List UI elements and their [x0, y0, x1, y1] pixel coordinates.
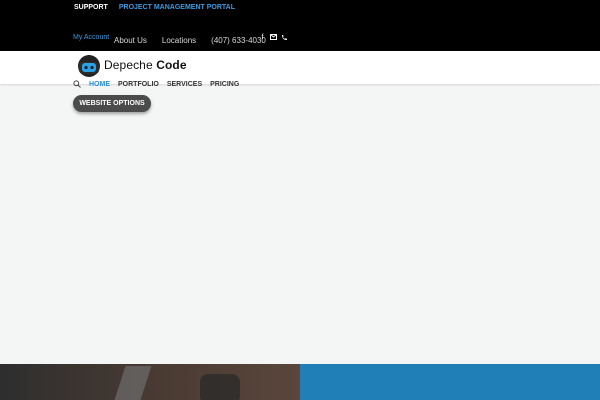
- secondary-nav: About Us Locations (407) 633-4030: [114, 36, 266, 45]
- blue-panel: [300, 364, 600, 400]
- nav-pricing[interactable]: PRICING: [210, 81, 239, 88]
- support-link[interactable]: SUPPORT: [74, 4, 108, 11]
- nav-home[interactable]: HOME: [89, 81, 110, 88]
- logo-text: Depeche Code: [104, 58, 187, 72]
- main-nav: HOME PORTFOLIO SERVICES PRICING: [73, 80, 239, 88]
- robot-logo-icon: [78, 55, 100, 77]
- top-links-row: SUPPORT PROJECT MANAGEMENT PORTAL: [74, 4, 235, 11]
- photo-shape: [200, 374, 240, 400]
- website-options-button[interactable]: WEBSITE OPTIONS: [73, 95, 151, 112]
- locations-link[interactable]: Locations: [162, 36, 196, 45]
- my-account-link[interactable]: My Account: [73, 34, 109, 41]
- search-icon[interactable]: [73, 80, 81, 88]
- social-icons: f: [259, 34, 288, 42]
- photo-shape: [114, 366, 152, 400]
- mail-icon[interactable]: [270, 34, 277, 42]
- top-bar: SUPPORT PROJECT MANAGEMENT PORTAL My Acc…: [0, 0, 600, 51]
- facebook-icon[interactable]: f: [259, 34, 266, 42]
- about-us-link[interactable]: About Us: [114, 36, 147, 45]
- phone-icon[interactable]: [281, 34, 288, 42]
- project-portal-link[interactable]: PROJECT MANAGEMENT PORTAL: [119, 4, 235, 11]
- nav-services[interactable]: SERVICES: [167, 81, 202, 88]
- nav-portfolio[interactable]: PORTFOLIO: [118, 81, 159, 88]
- hero-image-panel: [0, 364, 300, 400]
- site-logo[interactable]: Depeche Code: [77, 53, 187, 77]
- phone-number-link[interactable]: (407) 633-4030: [211, 36, 266, 45]
